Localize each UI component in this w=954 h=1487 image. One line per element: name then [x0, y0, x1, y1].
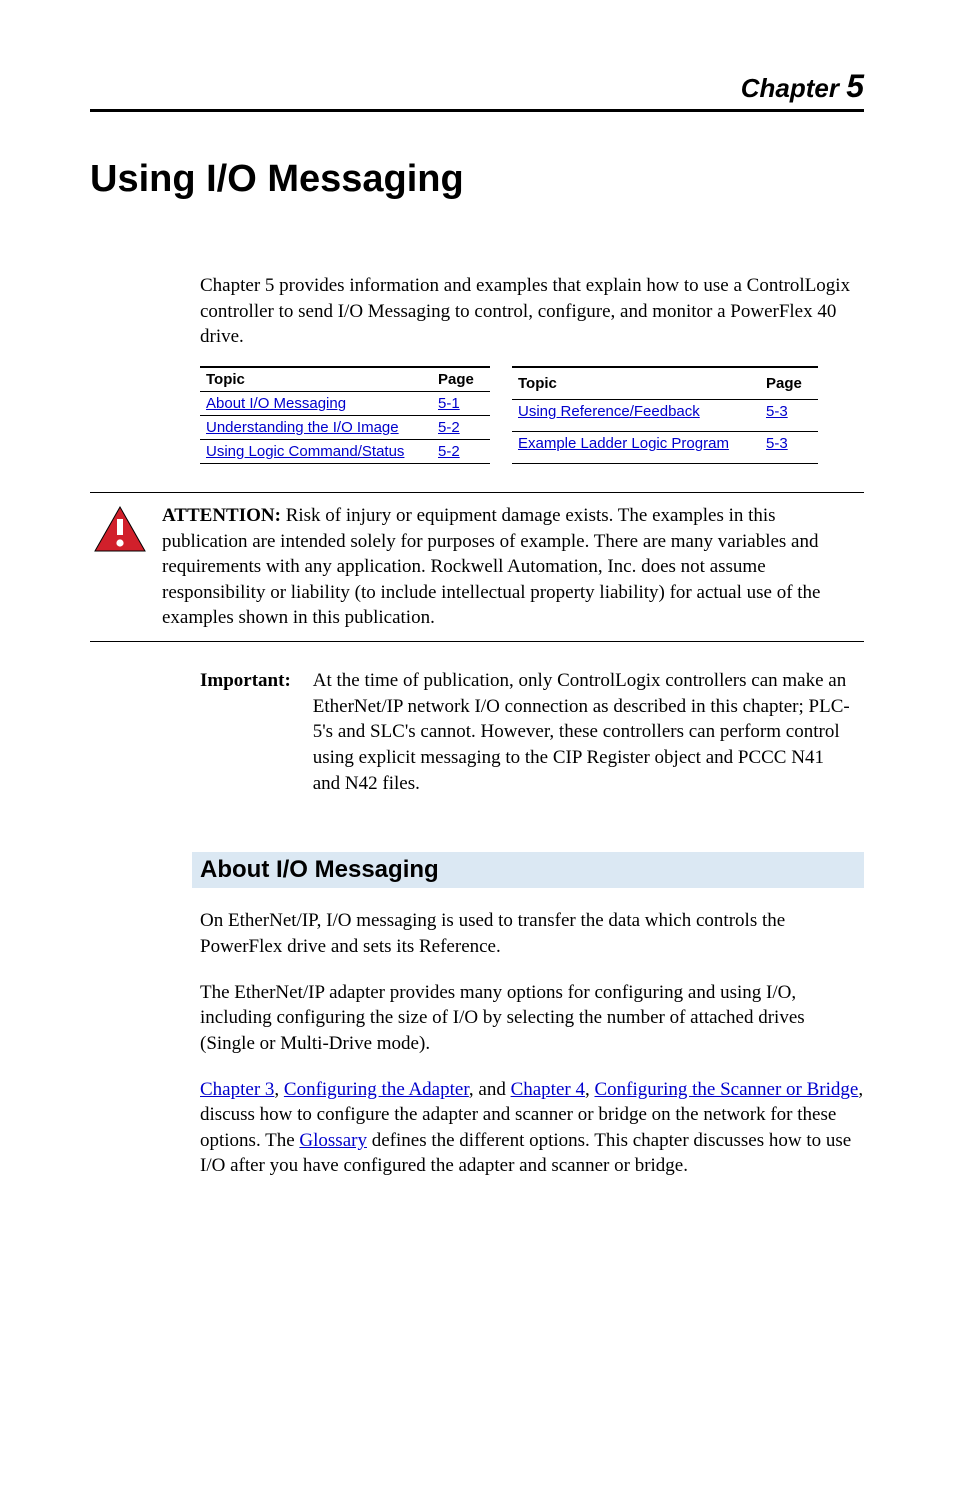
section-p3: Chapter 3, Configuring the Adapter, and … [200, 1077, 864, 1180]
table-row: Example Ladder Logic Program 5-3 [512, 431, 818, 463]
col-page: Page [432, 367, 490, 392]
table-row: About I/O Messaging 5-1 [200, 391, 490, 415]
table-header-row: Topic Page [512, 367, 818, 400]
link-chapter-4[interactable]: Chapter 4 [511, 1079, 585, 1100]
text-sep: , [274, 1079, 284, 1100]
section-p2: The EtherNet/IP adapter provides many op… [200, 980, 864, 1057]
table-row: Using Logic Command/Status 5-2 [200, 439, 490, 463]
attention-text: ATTENTION: Risk of injury or equipment d… [162, 503, 864, 631]
page-link[interactable]: 5-2 [438, 443, 460, 460]
table-row: Using Reference/Feedback 5-3 [512, 400, 818, 432]
table-header-row: Topic Page [200, 367, 490, 392]
link-configuring-scanner[interactable]: Configuring the Scanner or Bridge [594, 1079, 858, 1100]
page-link[interactable]: 5-2 [438, 419, 460, 436]
topic-table-right: Topic Page Using Reference/Feedback 5-3 … [512, 366, 818, 464]
link-chapter-3[interactable]: Chapter 3 [200, 1079, 274, 1100]
intro-paragraph: Chapter 5 provides information and examp… [200, 273, 864, 350]
table-row: Understanding the I/O Image 5-2 [200, 415, 490, 439]
section-heading: About I/O Messaging [192, 852, 864, 888]
important-body: At the time of publication, only Control… [313, 668, 853, 796]
link-configuring-adapter[interactable]: Configuring the Adapter [284, 1079, 469, 1100]
attention-callout: ATTENTION: Risk of injury or equipment d… [90, 492, 864, 642]
text-sep: , and [469, 1079, 511, 1100]
topic-link[interactable]: About I/O Messaging [206, 395, 346, 412]
topic-tables: Topic Page About I/O Messaging 5-1 Under… [200, 366, 864, 464]
topic-table-left: Topic Page About I/O Messaging 5-1 Under… [200, 366, 490, 464]
topic-link[interactable]: Using Reference/Feedback [518, 403, 700, 420]
section-p1: On EtherNet/IP, I/O messaging is used to… [200, 908, 864, 959]
col-topic: Topic [200, 367, 432, 392]
chapter-number: 5 [846, 68, 864, 104]
page-link[interactable]: 5-1 [438, 395, 460, 412]
attention-lead: ATTENTION: [162, 505, 281, 526]
important-lead: Important: [200, 668, 308, 694]
topic-link[interactable]: Using Logic Command/Status [206, 443, 404, 460]
page-link[interactable]: 5-3 [766, 435, 788, 452]
important-note: Important: At the time of publication, o… [200, 668, 864, 796]
topic-link[interactable]: Example Ladder Logic Program [518, 435, 729, 452]
warning-icon [90, 503, 150, 631]
col-topic: Topic [512, 367, 760, 400]
col-page: Page [760, 367, 818, 400]
page-title: Using I/O Messaging [90, 158, 864, 201]
link-glossary[interactable]: Glossary [299, 1130, 367, 1151]
chapter-label: Chapter [741, 73, 839, 103]
topic-link[interactable]: Understanding the I/O Image [206, 419, 399, 436]
chapter-header: Chapter 5 [90, 68, 864, 112]
page-link[interactable]: 5-3 [766, 403, 788, 420]
